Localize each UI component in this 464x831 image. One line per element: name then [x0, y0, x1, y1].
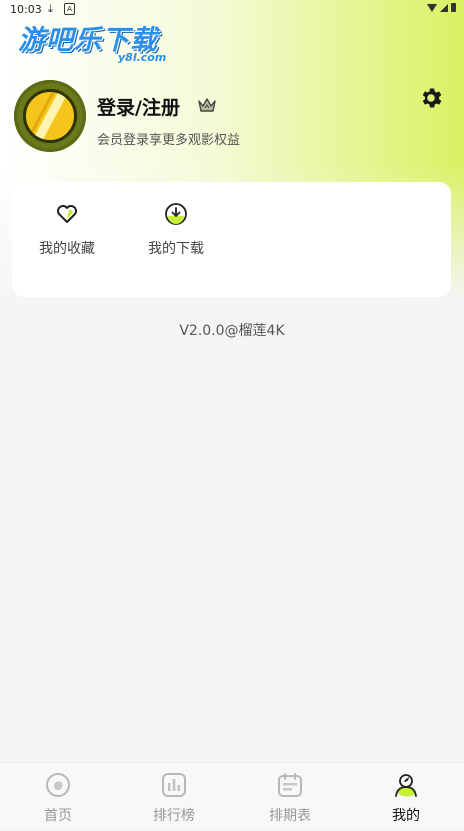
login-register-link[interactable]: 登录/注册 — [97, 93, 180, 120]
shortcut-card: 我的收藏 我的下载 — [12, 182, 451, 297]
status-bar: 10:03 ⤓ A — [0, 0, 464, 20]
nav-home-label: 首页 — [44, 808, 72, 824]
signal-icon — [440, 3, 448, 12]
durian-icon — [23, 89, 77, 143]
status-time: 10:03 — [10, 3, 42, 16]
wifi-icon — [427, 3, 437, 12]
crown-icon — [198, 98, 216, 112]
heart-icon — [57, 205, 77, 223]
nav-ranking-label: 排行榜 — [153, 808, 195, 824]
gear-icon[interactable] — [418, 85, 444, 111]
nav-profile[interactable]: 我的 — [348, 763, 464, 831]
schedule-icon — [278, 773, 302, 797]
download-status-icon: ⤓ — [48, 2, 53, 15]
ranking-icon — [162, 773, 186, 797]
status-indicators — [427, 3, 456, 12]
bottom-nav: 首页 排行榜 排期表 我的 — [0, 762, 464, 830]
nav-ranking[interactable]: 排行榜 — [116, 763, 232, 831]
favorites-button[interactable]: 我的收藏 — [22, 182, 112, 297]
nav-schedule-label: 排期表 — [269, 808, 311, 824]
app-notification-icon: A — [64, 3, 75, 15]
downloads-button[interactable]: 我的下载 — [131, 182, 221, 297]
home-icon — [46, 773, 70, 797]
favorites-label: 我的收藏 — [39, 241, 95, 257]
download-icon — [165, 203, 187, 225]
battery-icon — [451, 3, 456, 12]
profile-icon — [395, 774, 417, 797]
downloads-label: 我的下载 — [148, 241, 204, 257]
login-subtitle: 会员登录享更多观影权益 — [97, 133, 241, 148]
nav-home[interactable]: 首页 — [0, 763, 116, 831]
avatar[interactable] — [14, 80, 86, 152]
version-text: V2.0.0@榴莲4K — [179, 323, 285, 339]
nav-schedule[interactable]: 排期表 — [232, 763, 348, 831]
app-logo: 游吧乐下载 y8l.com — [18, 18, 188, 70]
nav-profile-label: 我的 — [392, 808, 420, 824]
logo-sub-text: y8l.com — [118, 51, 167, 64]
